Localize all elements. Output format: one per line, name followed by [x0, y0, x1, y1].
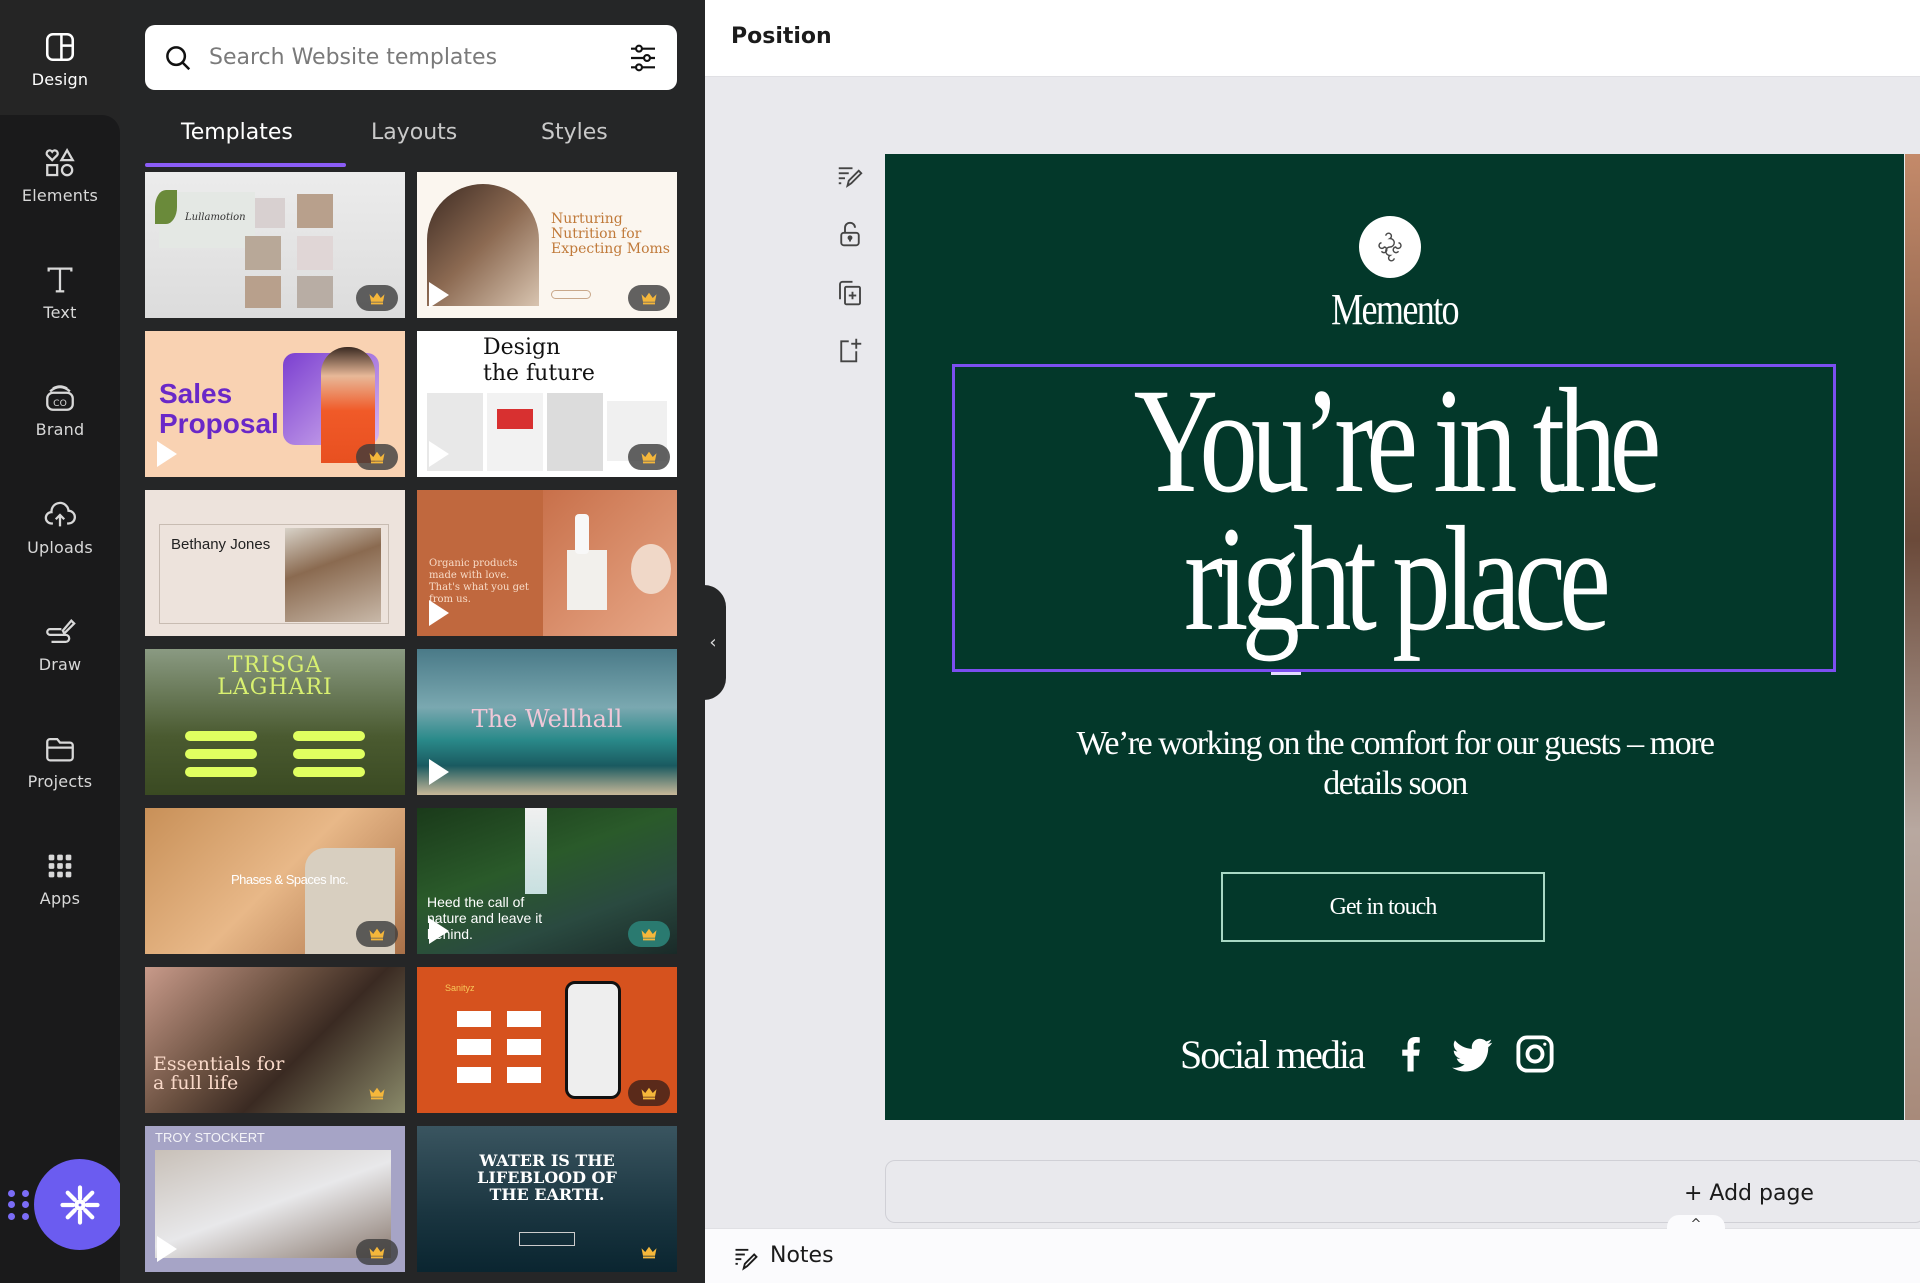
sparkle-icon: [59, 1184, 100, 1225]
premium-crown-icon: [356, 921, 398, 947]
tab-layouts[interactable]: Layouts: [371, 120, 457, 145]
position-button[interactable]: Position: [731, 24, 832, 49]
template-card[interactable]: WATER IS THE LIFEBLOOD OF THE EARTH.: [417, 1126, 677, 1272]
rail-item-elements[interactable]: Elements: [0, 130, 120, 220]
template-card[interactable]: Bethany Jones: [145, 490, 405, 636]
add-page-button[interactable]: + Add page: [1684, 1181, 1814, 1206]
premium-crown-icon: [356, 1239, 398, 1265]
rail-item-apps[interactable]: Apps: [0, 833, 120, 923]
rail-item-draw[interactable]: Draw: [0, 599, 120, 689]
rail-item-label: Design: [31, 69, 89, 89]
magic-button[interactable]: [34, 1159, 125, 1250]
template-card[interactable]: Lullamotion: [145, 172, 405, 318]
duplicate-page-icon[interactable]: [835, 278, 865, 308]
rail-item-label: Draw: [38, 654, 82, 674]
video-play-icon: [429, 441, 449, 467]
next-page-preview: [1905, 154, 1920, 1120]
notes-bar: ^ Notes: [705, 1215, 1920, 1283]
add-page-bar: + Add page: [885, 1160, 1920, 1223]
rail-item-brand[interactable]: CO Brand: [0, 364, 120, 454]
rail-item-label: Projects: [27, 771, 93, 791]
notes-button[interactable]: Notes: [770, 1243, 834, 1268]
tab-templates[interactable]: Templates: [181, 120, 293, 145]
premium-crown-icon: [628, 444, 670, 470]
rail-item-label: Uploads: [27, 537, 93, 557]
social-row: Social media: [1180, 1024, 1576, 1084]
context-header: Position: [705, 0, 1920, 77]
selection-box[interactable]: [952, 364, 1836, 672]
text-icon: [47, 267, 73, 292]
premium-crown-icon: [356, 285, 398, 311]
template-card[interactable]: TRISGA LAGHARI: [145, 649, 405, 795]
design-icon: [45, 32, 75, 61]
svg-text:CO: CO: [53, 398, 67, 409]
rail-item-text[interactable]: Text: [0, 247, 120, 337]
template-card[interactable]: Essentials for a full life: [145, 967, 405, 1113]
brand-logo: [1359, 216, 1421, 278]
expand-pages-button[interactable]: ^: [1667, 1215, 1725, 1233]
left-rail: Design Elements Text CO Brand Uploads Dr…: [0, 0, 120, 1283]
rail-item-projects[interactable]: Projects: [0, 716, 120, 806]
uploads-icon: [44, 501, 76, 526]
collapse-panel-button[interactable]: ‹: [700, 585, 726, 700]
rail-item-design[interactable]: Design: [0, 14, 120, 104]
rail-item-uploads[interactable]: Uploads: [0, 482, 120, 572]
template-card[interactable]: The Wellhall: [417, 649, 677, 795]
tab-styles[interactable]: Styles: [541, 120, 608, 145]
premium-crown-icon: [628, 285, 670, 311]
chevron-left-icon: ‹: [709, 632, 717, 653]
notes-icon: [735, 1248, 758, 1271]
search-input[interactable]: [209, 45, 627, 70]
premium-crown-icon: [356, 1080, 398, 1106]
premium-crown-icon: [628, 1239, 670, 1265]
video-play-icon: [429, 759, 449, 785]
rail-item-label: Brand: [35, 419, 85, 439]
social-label[interactable]: Social media: [1180, 1031, 1366, 1078]
drag-handle-icon[interactable]: [8, 1190, 30, 1220]
template-card[interactable]: Design the future: [417, 331, 677, 477]
video-play-icon: [429, 918, 449, 944]
video-play-icon: [157, 441, 177, 467]
template-card[interactable]: Nurturing Nutrition for Expecting Moms: [417, 172, 677, 318]
panel-tabs: Templates Layouts Styles: [145, 112, 677, 168]
notes-edit-icon[interactable]: [835, 162, 865, 192]
rail-item-label: Elements: [21, 185, 99, 205]
video-play-icon: [429, 600, 449, 626]
premium-crown-icon: [628, 921, 670, 947]
elements-icon: [45, 147, 75, 176]
search-box: [145, 25, 677, 90]
brand-icon: CO: [46, 384, 74, 411]
premium-crown-icon: [356, 444, 398, 470]
projects-icon: [46, 737, 74, 761]
filter-icon[interactable]: [627, 42, 659, 74]
ornament-icon: [1378, 232, 1402, 262]
template-card[interactable]: Sanityz: [417, 967, 677, 1113]
instagram-icon[interactable]: [1514, 1033, 1556, 1075]
video-play-icon: [157, 1236, 177, 1262]
template-card[interactable]: Organic products made with love. That's …: [417, 490, 677, 636]
apps-icon: [48, 854, 72, 877]
get-in-touch-button[interactable]: Get in touch: [1221, 872, 1545, 942]
templates-panel: Templates Layouts Styles Lullamotion: [120, 0, 705, 1283]
subtitle-text[interactable]: We’re working on the comfort for our gue…: [1035, 724, 1755, 804]
editor-window: Design Elements Text CO Brand Uploads Dr…: [0, 0, 1920, 1283]
unlock-icon[interactable]: [835, 219, 865, 249]
twitter-icon[interactable]: [1451, 1033, 1494, 1075]
add-page-icon[interactable]: [835, 335, 865, 365]
template-card[interactable]: TROY STOCKERT: [145, 1126, 405, 1272]
rail-item-label: Text: [43, 302, 77, 322]
facebook-icon[interactable]: [1390, 1033, 1432, 1075]
template-card[interactable]: Phases & Spaces Inc.: [145, 808, 405, 954]
active-tab-indicator: [145, 163, 346, 167]
template-card[interactable]: Heed the call of nature and leave it beh…: [417, 808, 677, 954]
video-play-icon: [429, 282, 449, 308]
design-canvas[interactable]: Memento You’re in the right place We’re …: [885, 154, 1904, 1120]
premium-crown-icon: [628, 1080, 670, 1106]
template-card[interactable]: Sales Proposal: [145, 331, 405, 477]
rail-item-label: Apps: [39, 888, 81, 908]
brand-name[interactable]: Memento: [977, 284, 1813, 335]
draw-icon: [46, 618, 76, 643]
text-cursor: [1271, 672, 1301, 675]
search-icon: [166, 45, 191, 70]
